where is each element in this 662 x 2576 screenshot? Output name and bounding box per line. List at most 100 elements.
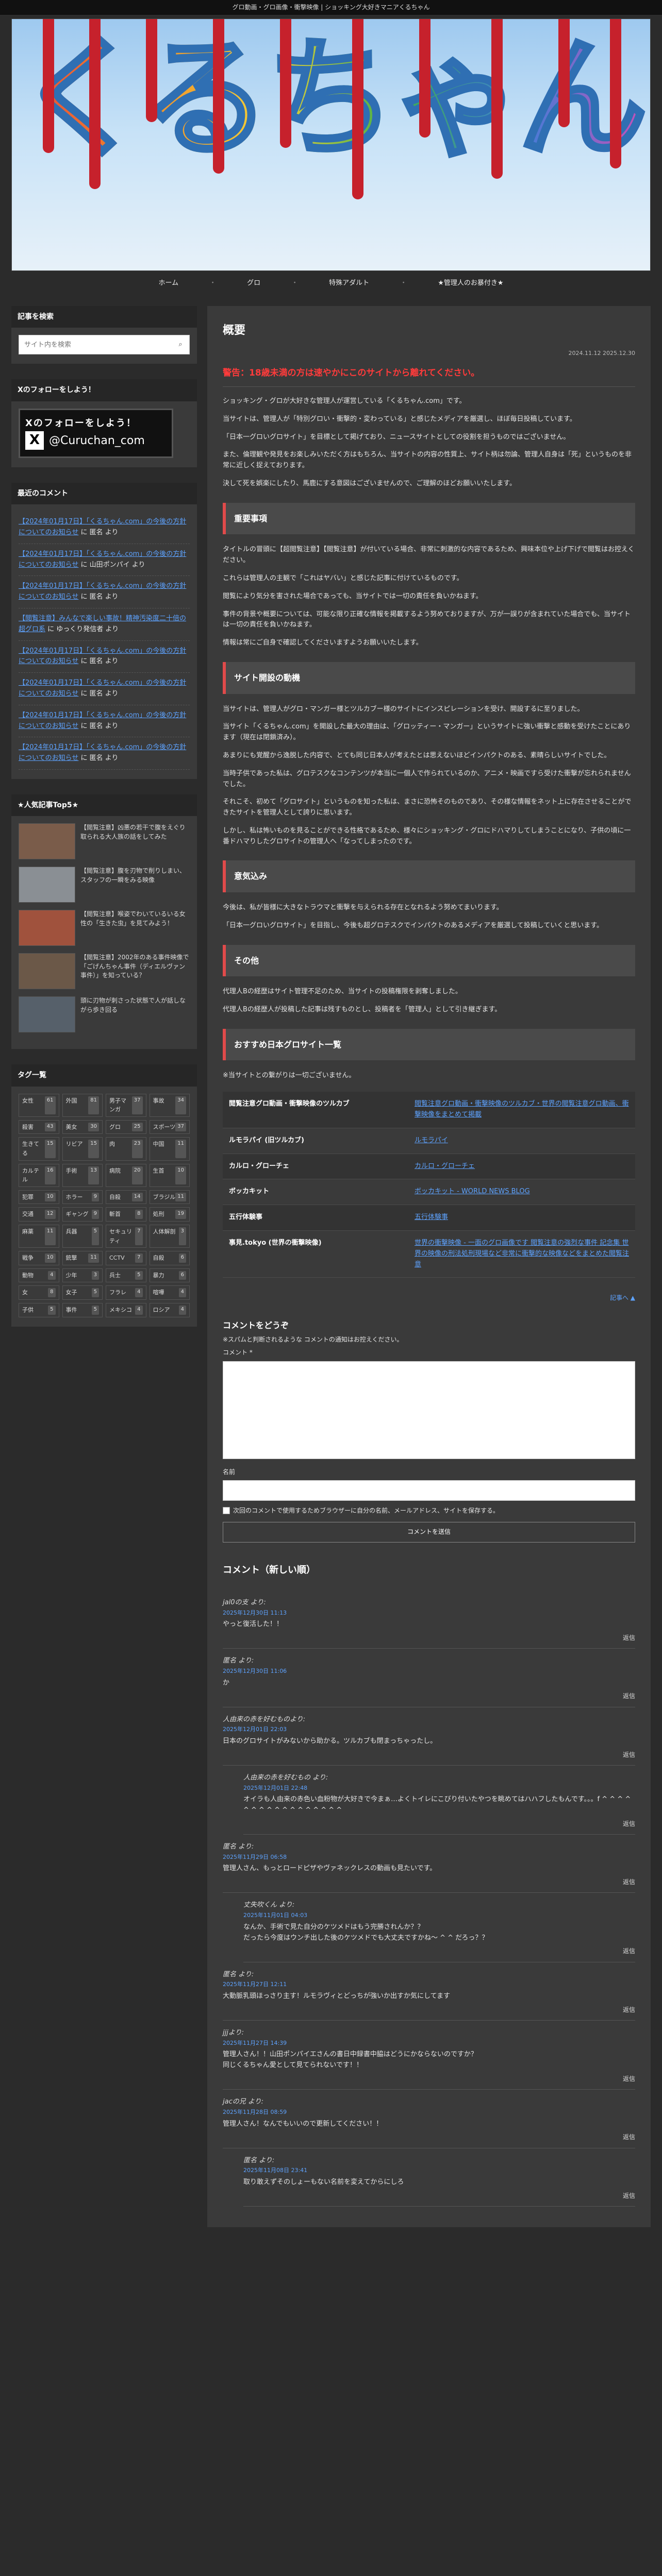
nav-special-adult[interactable]: 特殊アダルト [329, 278, 369, 289]
nav-guro[interactable]: グロ [247, 278, 260, 289]
tag-item[interactable]: 殺害 43 [19, 1120, 59, 1134]
back-to-top-link[interactable]: 記事へ ▲ [223, 1293, 635, 1303]
tag-item[interactable]: 肉 23 [106, 1137, 146, 1161]
tag-item[interactable]: 兵士 5 [106, 1268, 146, 1283]
tag-item[interactable]: ブラジル 11 [149, 1190, 190, 1205]
tag-item[interactable]: グロ 25 [106, 1120, 146, 1134]
popular-item-title[interactable]: 頭に刃物が刺さった状態で人が話しながら歩き回る [80, 996, 190, 1014]
comment-date[interactable]: 2025年12月30日 11:13 [223, 1608, 635, 1618]
tag-item[interactable]: ホラー 9 [62, 1190, 103, 1205]
reply-button[interactable]: 返信 [223, 2074, 635, 2084]
reply-button[interactable]: 返信 [243, 1819, 635, 1829]
site-link[interactable]: カルロ・グローチェ [415, 1162, 475, 1170]
tag-item[interactable]: 兵器 5 [62, 1225, 103, 1248]
comment-date[interactable]: 2025年12月01日 22:03 [223, 1725, 635, 1734]
reply-button[interactable]: 返信 [223, 1633, 635, 1643]
comment-date[interactable]: 2025年11月27日 12:11 [223, 1980, 635, 1989]
comment-date[interactable]: 2025年11月27日 14:39 [223, 2039, 635, 2048]
tag-item[interactable]: 子供 5 [19, 1303, 59, 1317]
tag-item[interactable]: 銃撃 11 [62, 1251, 103, 1265]
comment-date[interactable]: 2025年12月01日 22:48 [243, 1784, 635, 1793]
nav-admin-picks[interactable]: ★管理人のお暴付き★ [438, 278, 503, 289]
popular-thumbnail[interactable] [19, 910, 75, 946]
tag-item[interactable]: 女性 61 [19, 1093, 59, 1117]
tag-item[interactable]: リビア 15 [62, 1137, 103, 1161]
tag-item[interactable]: 病院 20 [106, 1163, 146, 1187]
nav-home[interactable]: ホーム [158, 278, 178, 289]
tag-item[interactable]: 喧嘩 4 [149, 1285, 190, 1300]
tag-item[interactable]: 自殺 6 [149, 1251, 190, 1265]
comment-date[interactable]: 2025年11月28日 08:59 [223, 2108, 635, 2117]
reply-button[interactable]: 返信 [223, 2132, 635, 2142]
tag-item[interactable]: 事件 5 [62, 1303, 103, 1317]
tag-item[interactable]: フラレ 4 [106, 1285, 146, 1300]
name-input[interactable] [223, 1480, 635, 1501]
popular-thumbnail[interactable] [19, 867, 75, 903]
tag-item[interactable]: 事故 34 [149, 1093, 190, 1117]
tag-item[interactable]: 戦争 10 [19, 1251, 59, 1265]
tag-item[interactable]: 人体解剖 3 [149, 1225, 190, 1248]
tag-item[interactable]: 暴力 6 [149, 1268, 190, 1283]
reply-button[interactable]: 返信 [223, 1691, 635, 1701]
site-link[interactable]: ルモラパイ [415, 1137, 448, 1144]
site-link[interactable]: 閲覧注意グロ動画・衝撃映像のツルカブ・世界の閲覧注意グロ動画、衝撃映像をまとめて… [415, 1100, 629, 1118]
save-info-checkbox[interactable] [223, 1506, 230, 1514]
tag-item[interactable]: ギャング 9 [62, 1207, 103, 1222]
comment-date[interactable]: 2025年11月01日 04:03 [243, 1911, 635, 1920]
tag-item[interactable]: 処刑 19 [149, 1207, 190, 1222]
tag-item[interactable]: 麻薬 11 [19, 1225, 59, 1248]
popular-thumbnail[interactable] [19, 996, 75, 1033]
comment-date[interactable]: 2025年11月29日 06:58 [223, 1853, 635, 1862]
popular-item[interactable]: 【閲覧注意】2002年のある事件映像で「ごげんちゃん事件（ディエルヴァン事件）」… [19, 953, 190, 990]
tag-item[interactable]: 少年 3 [62, 1268, 103, 1283]
reply-button[interactable]: 返信 [243, 2191, 635, 2201]
popular-item-title[interactable]: 【閲覧注意】2002年のある事件映像で「ごげんちゃん事件（ディエルヴァン事件）」… [80, 953, 190, 980]
popular-item[interactable]: 頭に刃物が刺さった状態で人が話しながら歩き回る [19, 996, 190, 1033]
popular-item-title[interactable]: 【閲覧注意】喉姿でわいているいる女性の「生きた虫」を見てみよう！ [80, 910, 190, 928]
tag-item[interactable]: 美女 30 [62, 1120, 103, 1134]
tag-item[interactable]: 生きてる 15 [19, 1137, 59, 1161]
tag-item[interactable]: 生首 10 [149, 1163, 190, 1187]
site-link[interactable]: ボッカキット - WORLD NEWS BLOG [415, 1188, 530, 1195]
tag-item[interactable]: 手術 13 [62, 1163, 103, 1187]
reply-button[interactable]: 返信 [243, 1946, 635, 1956]
popular-item[interactable]: 【閲覧注意】腹を刃物で削りしまい、スタッフの一瞬をみる映像 [19, 867, 190, 903]
popular-item-title[interactable]: 【閲覧注意】腹を刃物で削りしまい、スタッフの一瞬をみる映像 [80, 867, 190, 885]
comment-textarea[interactable] [223, 1361, 635, 1459]
site-logo[interactable]: くるちゃん [12, 32, 650, 165]
popular-thumbnail[interactable] [19, 823, 75, 860]
tag-item[interactable]: CCTV 7 [106, 1251, 146, 1265]
tag-item[interactable]: セキュリティ 7 [106, 1225, 146, 1248]
popular-item-title[interactable]: 【閲覧注意】凶悪の若干で腹をえぐり取られる大人族の話をしてみた [80, 823, 190, 841]
site-link[interactable]: 世界の衝撃映像 - 一面のグロ画像です 閲覧注意の強烈な事件 記念集 世界の映像… [415, 1239, 629, 1268]
tag-item[interactable]: 自殺 14 [106, 1190, 146, 1205]
tag-item[interactable]: カルテル 16 [19, 1163, 59, 1187]
tag-item[interactable]: メキシコ 4 [106, 1303, 146, 1317]
tag-item[interactable]: 交通 12 [19, 1207, 59, 1222]
tag-item[interactable]: 動物 4 [19, 1268, 59, 1283]
site-banner[interactable]: くるちゃん [11, 19, 651, 271]
reply-button[interactable]: 返信 [223, 1877, 635, 1887]
comment-date[interactable]: 2025年12月30日 11:06 [223, 1667, 635, 1676]
popular-thumbnail[interactable] [19, 953, 75, 990]
tag-item[interactable]: 男子マンガ 37 [106, 1093, 146, 1117]
comment-date[interactable]: 2025年11月08日 23:41 [243, 2166, 635, 2175]
search-input[interactable] [19, 335, 172, 354]
comment-form: コメントをどうぞ ※スパムと判断されるような コメントの通知はお控えください。 … [223, 1319, 635, 1543]
site-link[interactable]: 五行体験事 [415, 1213, 448, 1221]
popular-item[interactable]: 【閲覧注意】凶悪の若干で腹をえぐり取られる大人族の話をしてみた [19, 823, 190, 860]
popular-item[interactable]: 【閲覧注意】喉姿でわいているいる女性の「生きた虫」を見てみよう！ [19, 910, 190, 946]
reply-button[interactable]: 返信 [223, 1750, 635, 1760]
reply-button[interactable]: 返信 [223, 2005, 635, 2015]
tag-item[interactable]: 斬首 8 [106, 1207, 146, 1222]
search-icon[interactable]: ⌕ [172, 335, 189, 354]
tag-item[interactable]: 女子 5 [62, 1285, 103, 1300]
submit-comment-button[interactable]: コメントを送信 [223, 1521, 635, 1543]
x-follow-badge[interactable]: Xのフォローをしよう！ X @Curuchan_com [19, 408, 173, 458]
tag-item[interactable]: スポーツ 37 [149, 1120, 190, 1134]
tag-item[interactable]: 犯罪 10 [19, 1190, 59, 1205]
tag-item[interactable]: 女8 [19, 1285, 59, 1300]
tag-item[interactable]: 中国 11 [149, 1137, 190, 1161]
tag-item[interactable]: ロシア 4 [149, 1303, 190, 1317]
tag-item[interactable]: 外国 81 [62, 1093, 103, 1117]
